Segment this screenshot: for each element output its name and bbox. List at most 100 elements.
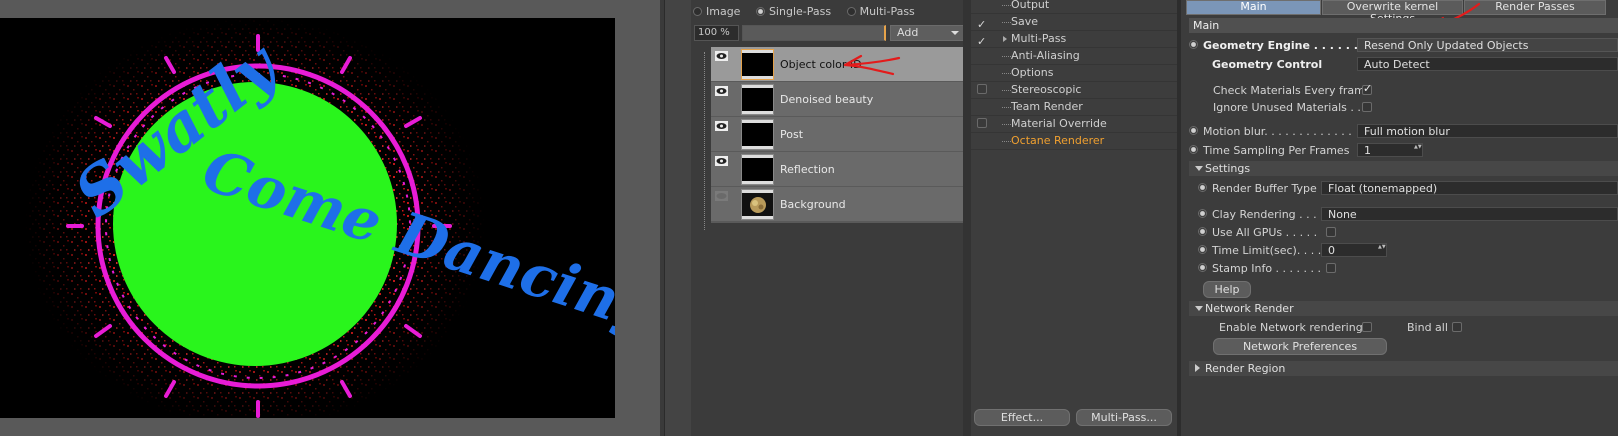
list-item-team-render[interactable]: Team Render <box>971 98 1177 116</box>
radio-icon <box>846 7 856 16</box>
chevron-right-icon <box>1195 364 1200 372</box>
bind-all-checkbox[interactable] <box>1452 322 1462 332</box>
tree-branch <box>1002 0 1011 6</box>
radio-icon[interactable] <box>1189 145 1198 154</box>
ignore-unused-row: Ignore Unused Materials . . <box>1181 99 1618 116</box>
list-item-output[interactable]: Output <box>971 0 1177 14</box>
render-settings-list: Output ✓ Save ✓ Multi-Pass Anti-Aliasing O… <box>971 0 1177 436</box>
render-image: Swatly Come Dancing <box>25 18 615 418</box>
radio-icon[interactable] <box>1189 126 1198 135</box>
clay-rendering-dropdown[interactable]: None <box>1321 207 1618 221</box>
network-preferences-button[interactable]: Network Preferences <box>1213 338 1387 355</box>
checkmark-icon[interactable]: ✓ <box>977 16 987 31</box>
eye-icon[interactable] <box>715 121 728 131</box>
tree-branch <box>1002 47 1011 57</box>
list-item-multi-pass[interactable]: ✓ Multi-Pass <box>971 30 1177 48</box>
mode-image[interactable]: Image <box>693 5 740 18</box>
chevron-down-icon <box>1195 166 1203 171</box>
effect-button[interactable]: Effect... <box>974 409 1070 426</box>
mode-single-pass[interactable]: Single-Pass <box>755 5 831 18</box>
tree-branch <box>1002 132 1011 142</box>
tree-branch <box>1002 81 1011 91</box>
layer-reflection[interactable]: Reflection <box>711 152 963 188</box>
clay-rendering-row: Clay Rendering . . . None <box>1181 206 1618 223</box>
layer-thumbnail <box>741 49 774 80</box>
panel-gutter <box>664 0 692 436</box>
check-materials-row: Check Materials Every frame <box>1181 82 1618 99</box>
check-materials-checkbox[interactable] <box>1362 82 1372 95</box>
add-dropdown[interactable]: Add <box>890 25 966 41</box>
tree-line <box>704 52 706 230</box>
render-preview: Swatly Come Dancing <box>0 18 615 418</box>
tree-branch <box>1002 98 1011 108</box>
layer-object-color-id[interactable]: Object color ID <box>711 47 963 83</box>
layer-post[interactable]: Post <box>711 117 963 153</box>
opacity-slider[interactable] <box>742 25 886 41</box>
radio-icon[interactable] <box>1198 245 1207 254</box>
eye-hidden-icon[interactable] <box>715 191 728 201</box>
radio-icon[interactable] <box>1189 40 1198 49</box>
render-buffer-row: Render Buffer Type Float (tonemapped) <box>1181 180 1618 197</box>
chevron-down-icon <box>951 31 959 35</box>
multipass-button[interactable]: Multi-Pass... <box>1076 409 1172 426</box>
geometry-control-row: Geometry Control Auto Detect <box>1181 56 1618 73</box>
use-all-gpus-checkbox[interactable] <box>1326 227 1336 237</box>
eye-icon[interactable] <box>715 86 728 96</box>
tab-main[interactable]: Main <box>1186 0 1321 15</box>
panel-divider <box>963 0 971 436</box>
layer-thumbnail <box>741 84 774 115</box>
eye-icon[interactable] <box>715 51 728 61</box>
tab-render-passes[interactable]: Render Passes <box>1464 0 1606 15</box>
help-button[interactable]: Help <box>1203 281 1251 298</box>
layer-thumbnail <box>741 154 774 185</box>
expand-arrow-icon[interactable] <box>1003 36 1007 42</box>
motion-blur-dropdown[interactable]: Full motion blur <box>1357 124 1618 138</box>
motion-blur-row: Motion blur. . . . . . . . . . . . . Ful… <box>1181 123 1618 140</box>
layer-background[interactable]: Background <box>711 187 963 223</box>
layer-name: Post <box>780 128 804 141</box>
layer-denoised-beauty[interactable]: Denoised beauty <box>711 82 963 118</box>
radio-icon[interactable] <box>1198 227 1207 236</box>
layer-name: Denoised beauty <box>780 93 874 106</box>
checkmark-icon[interactable]: ✓ <box>977 33 987 48</box>
layer-name: Background <box>780 198 846 211</box>
geometry-engine-dropdown[interactable]: Resend Only Updated Objects <box>1357 38 1618 52</box>
zoom-field[interactable]: 100 % <box>694 25 739 41</box>
time-sampling-stepper[interactable]: 1 <box>1357 143 1423 157</box>
radio-icon[interactable] <box>1198 209 1207 218</box>
time-limit-row: Time Limit(sec). . . . 0 <box>1181 242 1618 259</box>
eye-icon[interactable] <box>715 156 728 166</box>
list-item-anti-aliasing[interactable]: Anti-Aliasing <box>971 47 1177 65</box>
stamp-info-row: Stamp Info . . . . . . . <box>1181 260 1618 277</box>
list-item-options[interactable]: Options <box>971 64 1177 82</box>
checkbox[interactable] <box>977 118 987 128</box>
ignore-unused-checkbox[interactable] <box>1362 102 1372 112</box>
chevron-down-icon <box>1195 306 1203 311</box>
geometry-control-dropdown[interactable]: Auto Detect <box>1357 57 1618 71</box>
annotation-arrow <box>843 54 901 76</box>
radio-icon[interactable] <box>1198 183 1207 192</box>
layer-thumbnail <box>741 189 774 220</box>
use-all-gpus-row: Use All GPUs . . . . . <box>1181 224 1618 241</box>
enable-network-checkbox[interactable] <box>1362 322 1372 332</box>
list-item-stereoscopic[interactable]: Stereoscopic <box>971 81 1177 99</box>
time-limit-stepper[interactable]: 0 <box>1321 243 1387 257</box>
network-options-row: Enable Network rendering Bind all <box>1181 319 1618 336</box>
list-item-save[interactable]: ✓ Save <box>971 13 1177 31</box>
network-render-section-header[interactable]: Network Render <box>1189 301 1618 316</box>
mode-multi-pass[interactable]: Multi-Pass <box>846 5 915 18</box>
checkbox[interactable] <box>977 84 987 94</box>
tree-branch <box>1002 13 1011 23</box>
list-item-material-override[interactable]: Material Override <box>971 115 1177 133</box>
octane-settings-panel: Main Overwrite kernel Settings Render Pa… <box>1181 0 1618 436</box>
radio-icon <box>693 7 702 16</box>
render-buffer-dropdown[interactable]: Float (tonemapped) <box>1321 181 1618 195</box>
radio-icon[interactable] <box>1198 263 1207 272</box>
tree-branch <box>1002 115 1011 125</box>
render-region-section-header[interactable]: Render Region <box>1189 361 1618 376</box>
geometry-engine-row: Geometry Engine . . . . . . . . Resend O… <box>1181 37 1618 54</box>
radio-selected-icon <box>755 7 765 16</box>
list-item-octane-renderer[interactable]: Octane Renderer <box>971 132 1177 150</box>
stamp-info-checkbox[interactable] <box>1326 263 1336 273</box>
settings-section-header[interactable]: Settings <box>1189 161 1618 176</box>
